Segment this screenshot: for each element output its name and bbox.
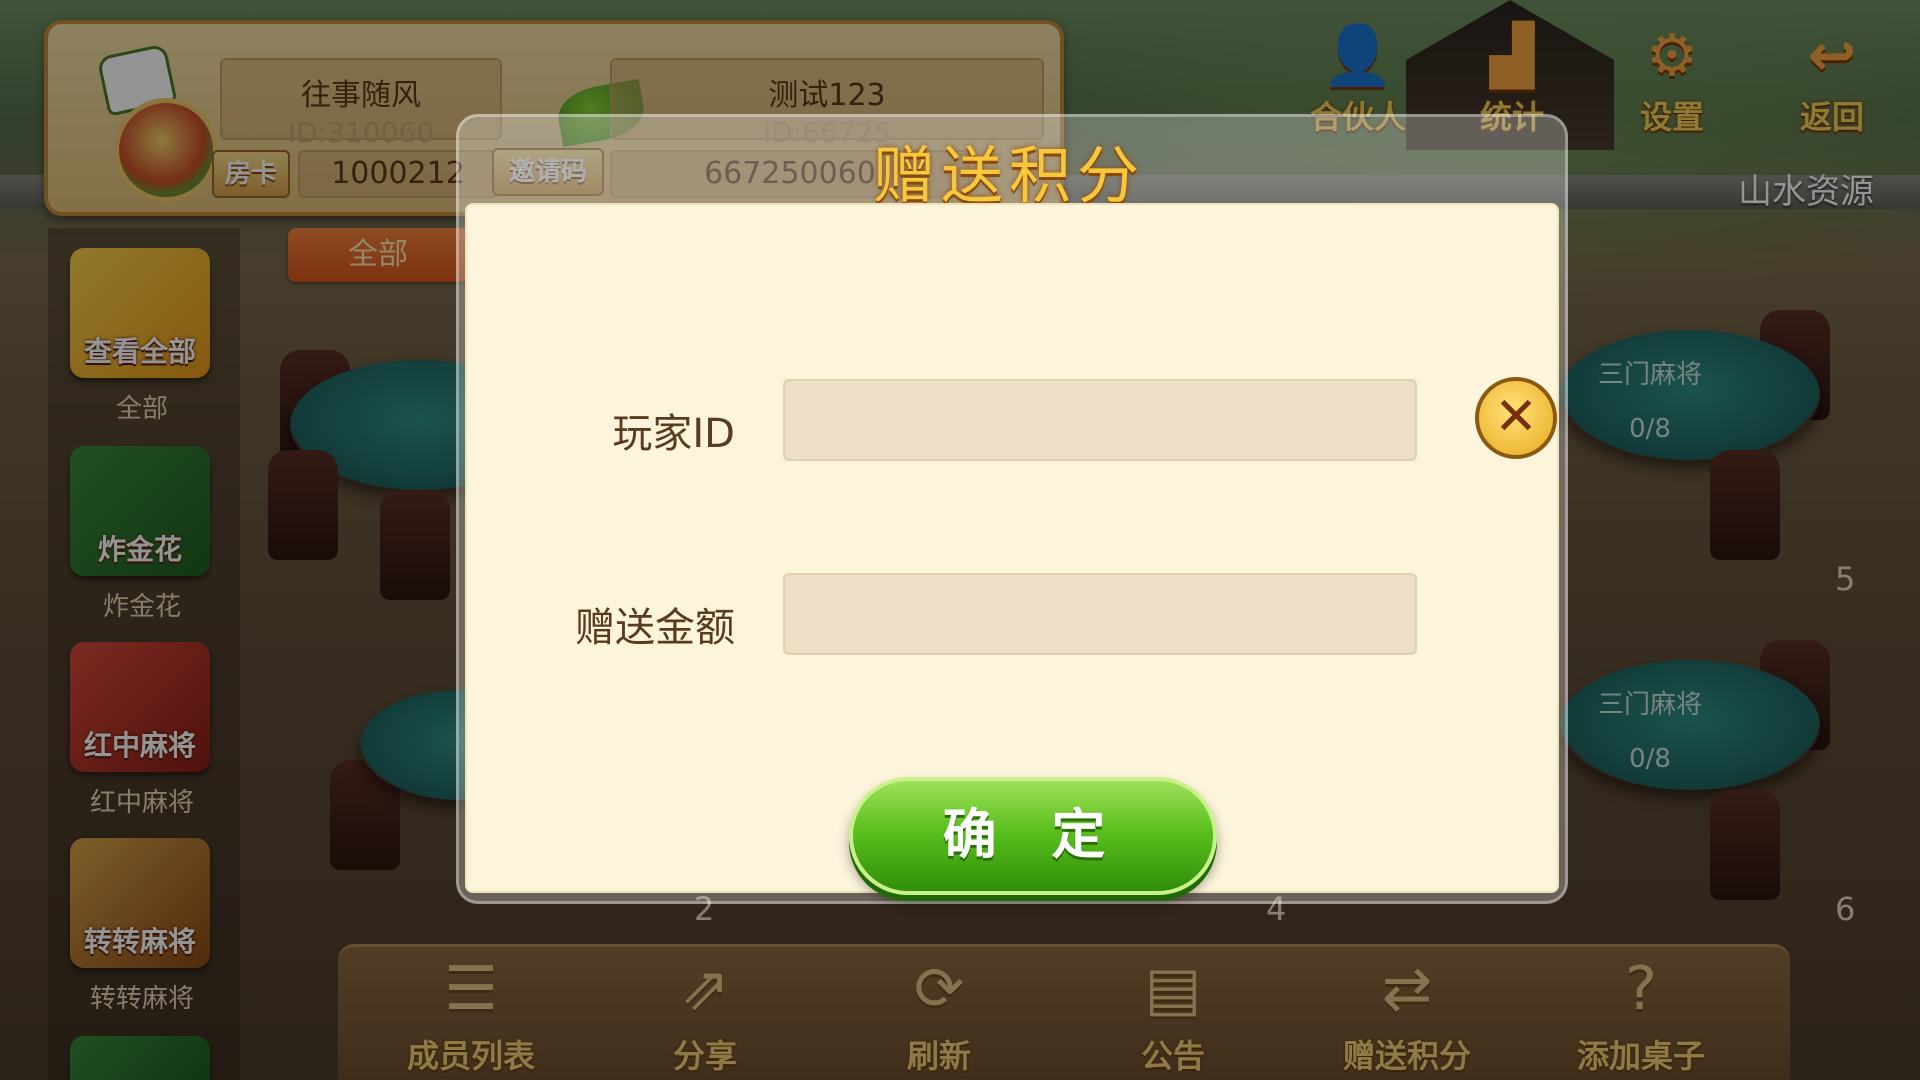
gift-points-dialog: 赠送积分 ✕ 玩家ID 赠送金额 确 定 <box>456 114 1568 904</box>
dialog-title: 赠送积分 <box>872 139 1145 212</box>
player-id-label: 玩家ID <box>612 411 735 457</box>
game-screen: 往事随风 ID:310060 测试123 ID:66725 房卡 1000212… <box>0 0 1920 1080</box>
close-button[interactable]: ✕ <box>1475 377 1557 459</box>
amount-label: 赠送金额 <box>575 605 735 651</box>
amount-input[interactable] <box>783 573 1417 655</box>
confirm-button[interactable]: 确 定 <box>849 777 1217 895</box>
close-icon: ✕ <box>1494 387 1538 447</box>
player-id-input[interactable] <box>783 379 1417 461</box>
